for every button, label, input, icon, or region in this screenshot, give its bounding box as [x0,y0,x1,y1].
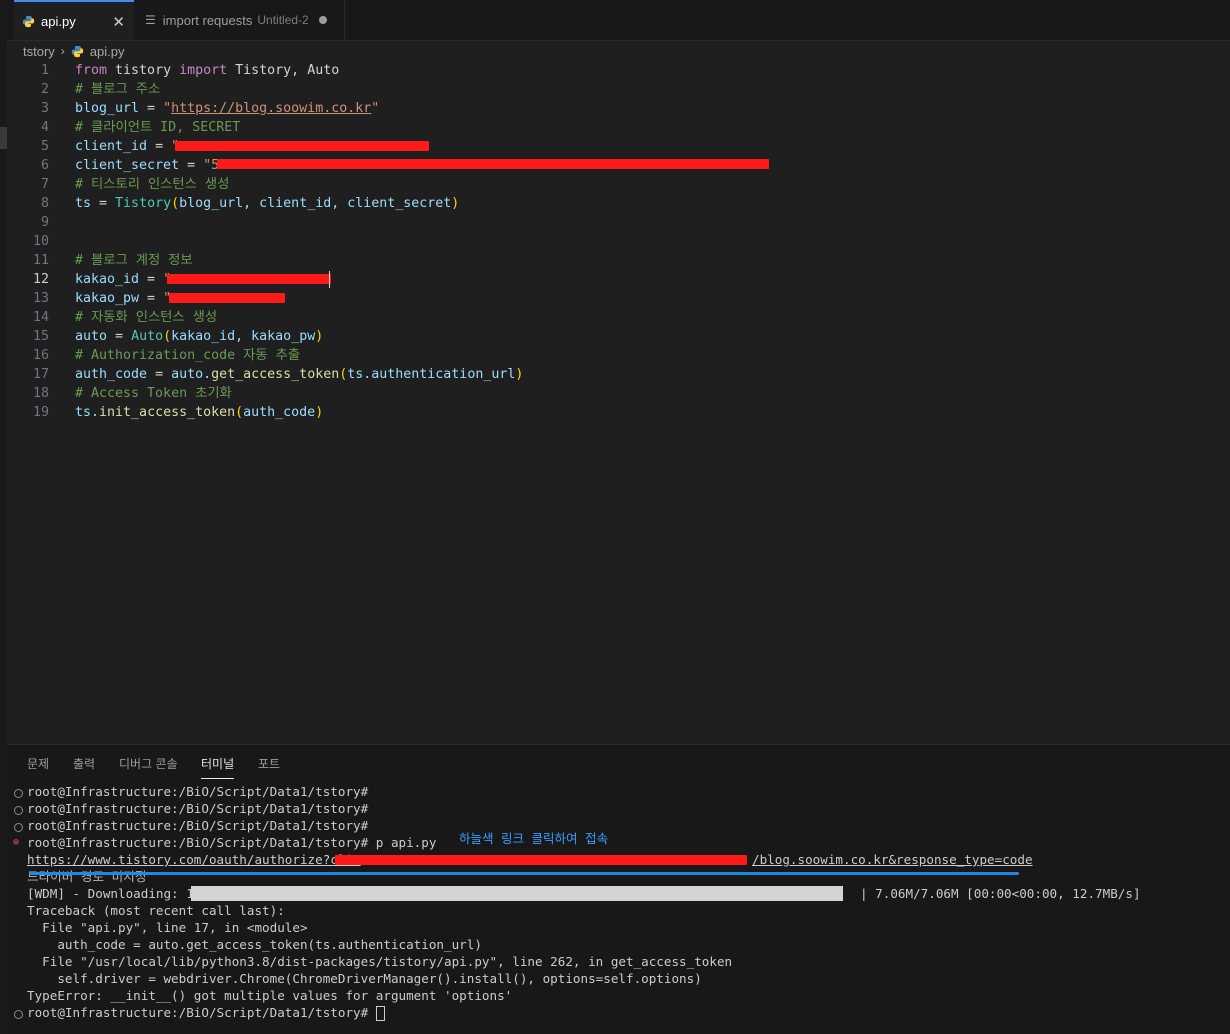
terminal-line: auth_code = auto.get_access_token(ts.aut… [27,937,482,952]
left-rail [0,0,7,1034]
terminal-line: Traceback (most recent call last): [27,903,285,918]
redaction-mark [167,274,331,284]
tab-label: import requests [162,12,253,28]
terminal-line-partial: 드라이버 경로 미지정 [27,869,147,884]
breadcrumb-file[interactable]: api.py [90,44,125,59]
code-editor[interactable]: 1 from tistory import Tistory, Auto 2 # 블로… [7,60,1230,744]
command-status-icon[interactable] [14,1010,23,1019]
tab-debug-console[interactable]: 디버그 콘솔 [119,755,178,772]
rail-marker [0,127,7,149]
error-status-icon[interactable]: ⊗ [13,837,19,848]
tab-terminal[interactable]: 터미널 [201,755,235,779]
command-status-icon[interactable] [14,789,23,798]
tab-sublabel: Untitled-2 [257,13,309,27]
python-file-icon [71,45,83,57]
tab-api-py[interactable]: api.py ✕ [14,0,134,40]
bottom-panel: 문제 출력 디버그 콘솔 터미널 포트 root@Infrastructure:… [7,744,1230,1034]
terminal-line: File "api.py", line 17, in <module> [27,920,308,935]
terminal-line: self.driver = webdriver.Chrome(ChromeDri… [27,971,702,986]
chevron-right-icon: › [60,44,65,58]
terminal-line: TypeError: __init__() got multiple value… [27,988,513,1003]
redaction-mark [335,855,747,865]
terminal-cursor [375,1006,385,1021]
terminal-line: root@Infrastructure:/BiO/Script/Data1/ts… [27,818,369,833]
redaction-mark [217,159,769,169]
annotation-underline [29,872,1019,875]
terminal-line: File "/usr/local/lib/python3.8/dist-pack… [27,954,733,969]
breadcrumb: tstory › api.py [23,42,125,60]
terminal-line: root@Infrastructure:/BiO/Script/Data1/ts… [27,1004,385,1021]
terminal-line: root@Infrastructure:/BiO/Script/Data1/ts… [27,801,369,816]
tab-output[interactable]: 출력 [73,755,95,772]
text-file-icon: ☰ [145,13,156,27]
command-status-icon[interactable] [14,823,23,832]
terminal-line: | 7.06M/7.06M [00:00<00:00, 12.7MB/s] [860,886,1141,901]
unsaved-dot-icon[interactable] [318,16,327,24]
tab-ports[interactable]: 포트 [258,755,280,772]
terminal-url-link[interactable]: https://www.tistory.com/oauth/authorize?… [27,851,361,868]
python-file-icon [22,15,35,27]
text-cursor [329,271,330,288]
tab-label: api.py [41,13,76,29]
terminal-line: root@Infrastructure:/BiO/Script/Data1/ts… [27,784,369,799]
breadcrumb-folder[interactable]: tstory [23,44,55,59]
blog-url-link[interactable]: https://blog.soowim.co.kr [171,101,371,116]
terminal-url-link-end[interactable]: /blog.soowim.co.kr&response_type=code [752,851,1033,868]
editor-tab-bar: api.py ✕ ☰ import requests Untitled-2 [7,0,1230,41]
annotation-text: 하늘색 링크 클릭하여 접속 [459,831,609,846]
tab-untitled-2[interactable]: ☰ import requests Untitled-2 [135,0,345,40]
command-status-icon[interactable] [14,806,23,815]
tab-problems[interactable]: 문제 [27,755,49,772]
redaction-mark [169,293,285,303]
close-tab-icon[interactable]: ✕ [112,13,125,31]
redaction-mark [175,141,429,151]
terminal-line: root@Infrastructure:/BiO/Script/Data1/ts… [27,835,437,850]
download-progress-bar [191,886,843,901]
